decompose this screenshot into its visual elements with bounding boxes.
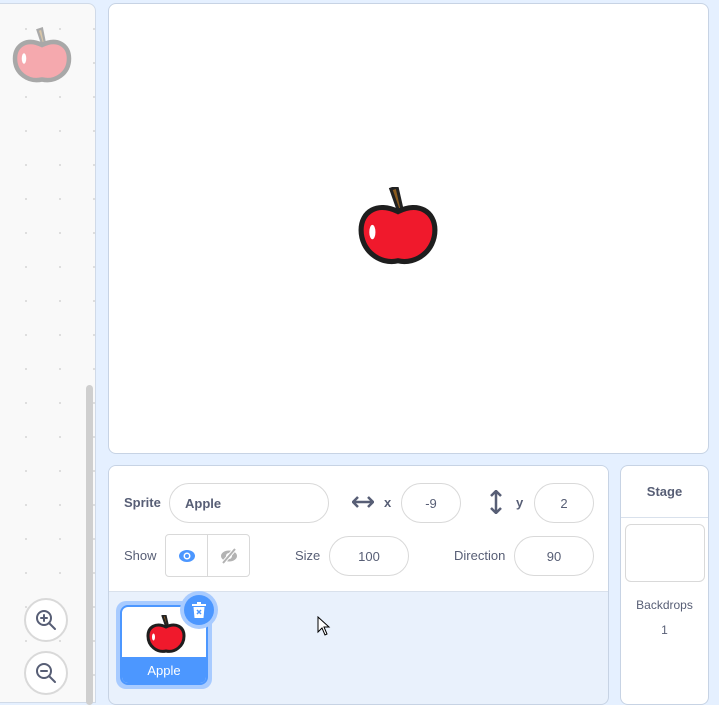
backdrops-count: 1 [661,623,668,637]
trash-icon [192,602,206,618]
sprite-name-input[interactable]: Apple [169,483,329,523]
sprite-info-panel: Sprite Apple x -9 y 2 Show Size 100 Dire… [108,465,609,705]
y-arrows-icon [490,490,502,514]
backdrops-label: Backdrops [636,598,693,612]
sprite-tile-name: Apple [122,657,206,683]
mouse-cursor-icon [317,616,331,636]
zoom-in-icon [36,610,56,630]
size-label: Size [295,548,321,563]
zoom-out-button[interactable] [24,651,68,695]
zoom-out-icon [36,663,56,683]
eye-icon [178,549,195,562]
direction-label: Direction [454,548,506,563]
code-scrollbar[interactable] [86,385,93,705]
stage-thumbnail[interactable] [625,524,705,582]
eye-hidden-icon [220,547,237,564]
stage-panel[interactable]: Stage Backdrops 1 [620,465,709,705]
size-input[interactable]: 100 [329,536,409,576]
sprite-label: Sprite [124,495,161,510]
direction-input[interactable]: 90 [514,536,594,576]
x-input[interactable]: -9 [401,483,461,523]
x-label: x [384,495,392,510]
delete-sprite-button[interactable] [180,591,218,629]
show-label: Show [124,548,157,563]
hide-button[interactable] [208,535,249,576]
apple-sprite[interactable] [357,187,439,269]
y-input[interactable]: 2 [534,483,594,523]
sprite-ghost-apple-icon [12,27,72,83]
zoom-in-button[interactable] [24,598,68,642]
visibility-toggle [165,534,250,577]
y-label: y [516,495,524,510]
apple-thumbnail [146,615,186,653]
stage-canvas[interactable] [108,3,709,454]
x-arrows-icon [352,496,374,508]
stage-title: Stage [621,466,708,518]
show-button[interactable] [166,535,208,576]
sprite-properties: Sprite Apple x -9 y 2 Show Size 100 Dire… [109,466,608,592]
